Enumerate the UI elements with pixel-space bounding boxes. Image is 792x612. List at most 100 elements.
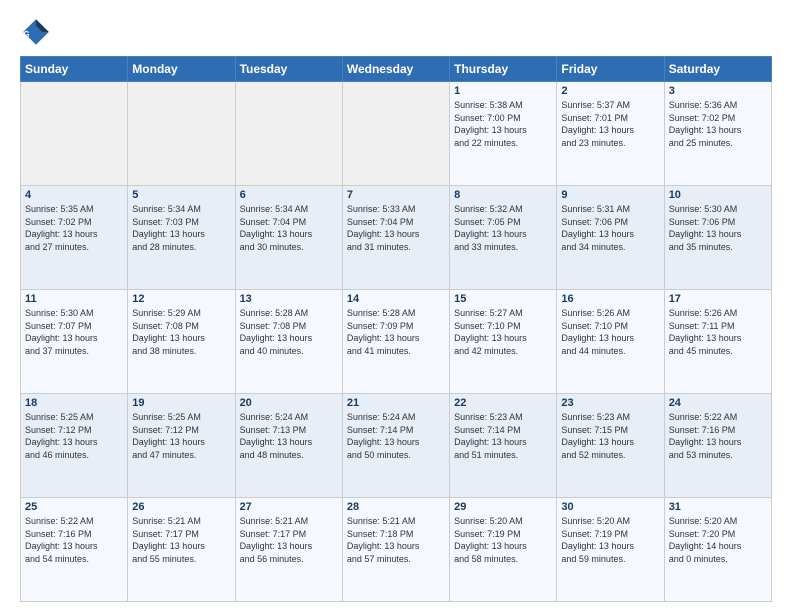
day-info: Sunrise: 5:26 AM Sunset: 7:10 PM Dayligh…: [561, 307, 659, 357]
day-number: 15: [454, 293, 552, 305]
day-info: Sunrise: 5:29 AM Sunset: 7:08 PM Dayligh…: [132, 307, 230, 357]
page: G SundayMondayTuesdayWednesdayThursdayFr…: [0, 0, 792, 612]
day-info: Sunrise: 5:20 AM Sunset: 7:19 PM Dayligh…: [561, 515, 659, 565]
day-info: Sunrise: 5:23 AM Sunset: 7:15 PM Dayligh…: [561, 411, 659, 461]
calendar-cell: [21, 82, 128, 186]
day-info: Sunrise: 5:37 AM Sunset: 7:01 PM Dayligh…: [561, 99, 659, 149]
logo: G: [20, 16, 56, 48]
day-number: 1: [454, 85, 552, 97]
day-number: 26: [132, 501, 230, 513]
day-number: 20: [240, 397, 338, 409]
day-info: Sunrise: 5:26 AM Sunset: 7:11 PM Dayligh…: [669, 307, 767, 357]
day-info: Sunrise: 5:28 AM Sunset: 7:09 PM Dayligh…: [347, 307, 445, 357]
weekday-header: Saturday: [664, 57, 771, 82]
day-info: Sunrise: 5:22 AM Sunset: 7:16 PM Dayligh…: [669, 411, 767, 461]
day-number: 11: [25, 293, 123, 305]
calendar-cell: 8 Sunrise: 5:32 AM Sunset: 7:05 PM Daylig…: [450, 186, 557, 290]
day-info: Sunrise: 5:34 AM Sunset: 7:03 PM Dayligh…: [132, 203, 230, 253]
day-number: 3: [669, 85, 767, 97]
calendar-cell: 9Sunrise: 5:31 AM Sunset: 7:06 PM Daylig…: [557, 186, 664, 290]
day-number: 8: [454, 189, 552, 201]
calendar-cell: 25Sunrise: 5:22 AM Sunset: 7:16 PM Dayli…: [21, 498, 128, 602]
day-number: 31: [669, 501, 767, 513]
calendar-cell: 19 Sunrise: 5:25 AM Sunset: 7:12 PM Dayli…: [128, 394, 235, 498]
calendar-week: 25Sunrise: 5:22 AM Sunset: 7:16 PM Dayli…: [21, 498, 772, 602]
calendar-body: 1Sunrise: 5:38 AM Sunset: 7:00 PM Daylig…: [21, 82, 772, 602]
day-number: 18: [25, 397, 123, 409]
calendar-cell: [342, 82, 449, 186]
calendar-cell: 7 Sunrise: 5:33 AM Sunset: 7:04 PM Daylig…: [342, 186, 449, 290]
day-info: Sunrise: 5:32 AM Sunset: 7:05 PM Dayligh…: [454, 203, 552, 253]
calendar-cell: 28 Sunrise: 5:21 AM Sunset: 7:18 PM Dayli…: [342, 498, 449, 602]
day-info: Sunrise: 5:23 AM Sunset: 7:14 PM Dayligh…: [454, 411, 552, 461]
calendar-cell: 2 Sunrise: 5:37 AM Sunset: 7:01 PM Daylig…: [557, 82, 664, 186]
calendar-cell: 17 Sunrise: 5:26 AM Sunset: 7:11 PM Dayli…: [664, 290, 771, 394]
day-info: Sunrise: 5:20 AM Sunset: 7:19 PM Dayligh…: [454, 515, 552, 565]
calendar-week: 18 Sunrise: 5:25 AM Sunset: 7:12 PM Dayli…: [21, 394, 772, 498]
calendar-cell: 21 Sunrise: 5:24 AM Sunset: 7:14 PM Dayli…: [342, 394, 449, 498]
weekday-header: Monday: [128, 57, 235, 82]
calendar-cell: 10Sunrise: 5:30 AM Sunset: 7:06 PM Dayli…: [664, 186, 771, 290]
calendar-cell: 20 Sunrise: 5:24 AM Sunset: 7:13 PM Dayli…: [235, 394, 342, 498]
day-number: 7: [347, 189, 445, 201]
calendar-cell: 12Sunrise: 5:29 AM Sunset: 7:08 PM Dayli…: [128, 290, 235, 394]
day-number: 9: [561, 189, 659, 201]
day-number: 14: [347, 293, 445, 305]
calendar-cell: 3 Sunrise: 5:36 AM Sunset: 7:02 PM Daylig…: [664, 82, 771, 186]
day-number: 5: [132, 189, 230, 201]
calendar-cell: 18 Sunrise: 5:25 AM Sunset: 7:12 PM Dayli…: [21, 394, 128, 498]
day-number: 24: [669, 397, 767, 409]
calendar-cell: 4Sunrise: 5:35 AM Sunset: 7:02 PM Daylig…: [21, 186, 128, 290]
weekday-header: Sunday: [21, 57, 128, 82]
day-number: 19: [132, 397, 230, 409]
day-number: 16: [561, 293, 659, 305]
day-info: Sunrise: 5:25 AM Sunset: 7:12 PM Dayligh…: [132, 411, 230, 461]
day-info: Sunrise: 5:35 AM Sunset: 7:02 PM Dayligh…: [25, 203, 123, 253]
day-number: 30: [561, 501, 659, 513]
calendar-cell: 11 Sunrise: 5:30 AM Sunset: 7:07 PM Dayli…: [21, 290, 128, 394]
day-info: Sunrise: 5:21 AM Sunset: 7:18 PM Dayligh…: [347, 515, 445, 565]
weekday-row: SundayMondayTuesdayWednesdayThursdayFrid…: [21, 57, 772, 82]
weekday-header: Tuesday: [235, 57, 342, 82]
day-number: 28: [347, 501, 445, 513]
day-info: Sunrise: 5:24 AM Sunset: 7:14 PM Dayligh…: [347, 411, 445, 461]
calendar-cell: 5 Sunrise: 5:34 AM Sunset: 7:03 PM Daylig…: [128, 186, 235, 290]
day-number: 29: [454, 501, 552, 513]
day-info: Sunrise: 5:25 AM Sunset: 7:12 PM Dayligh…: [25, 411, 123, 461]
calendar-week: 11 Sunrise: 5:30 AM Sunset: 7:07 PM Dayli…: [21, 290, 772, 394]
calendar-cell: 14 Sunrise: 5:28 AM Sunset: 7:09 PM Dayli…: [342, 290, 449, 394]
logo-icon: G: [20, 16, 52, 48]
calendar-cell: 13Sunrise: 5:28 AM Sunset: 7:08 PM Dayli…: [235, 290, 342, 394]
day-info: Sunrise: 5:34 AM Sunset: 7:04 PM Dayligh…: [240, 203, 338, 253]
weekday-header: Wednesday: [342, 57, 449, 82]
day-info: Sunrise: 5:30 AM Sunset: 7:06 PM Dayligh…: [669, 203, 767, 253]
day-info: Sunrise: 5:36 AM Sunset: 7:02 PM Dayligh…: [669, 99, 767, 149]
day-number: 22: [454, 397, 552, 409]
day-number: 21: [347, 397, 445, 409]
day-info: Sunrise: 5:21 AM Sunset: 7:17 PM Dayligh…: [132, 515, 230, 565]
day-info: Sunrise: 5:20 AM Sunset: 7:20 PM Dayligh…: [669, 515, 767, 565]
calendar-cell: 31 Sunrise: 5:20 AM Sunset: 7:20 PM Dayli…: [664, 498, 771, 602]
weekday-header: Friday: [557, 57, 664, 82]
calendar: SundayMondayTuesdayWednesdayThursdayFrid…: [20, 56, 772, 602]
calendar-cell: 16 Sunrise: 5:26 AM Sunset: 7:10 PM Dayli…: [557, 290, 664, 394]
weekday-header: Thursday: [450, 57, 557, 82]
day-info: Sunrise: 5:33 AM Sunset: 7:04 PM Dayligh…: [347, 203, 445, 253]
calendar-week: 1Sunrise: 5:38 AM Sunset: 7:00 PM Daylig…: [21, 82, 772, 186]
day-number: 2: [561, 85, 659, 97]
calendar-cell: 23Sunrise: 5:23 AM Sunset: 7:15 PM Dayli…: [557, 394, 664, 498]
calendar-week: 4Sunrise: 5:35 AM Sunset: 7:02 PM Daylig…: [21, 186, 772, 290]
day-info: Sunrise: 5:30 AM Sunset: 7:07 PM Dayligh…: [25, 307, 123, 357]
day-info: Sunrise: 5:24 AM Sunset: 7:13 PM Dayligh…: [240, 411, 338, 461]
calendar-cell: 29 Sunrise: 5:20 AM Sunset: 7:19 PM Dayli…: [450, 498, 557, 602]
calendar-cell: 27 Sunrise: 5:21 AM Sunset: 7:17 PM Dayli…: [235, 498, 342, 602]
day-info: Sunrise: 5:27 AM Sunset: 7:10 PM Dayligh…: [454, 307, 552, 357]
day-number: 17: [669, 293, 767, 305]
calendar-cell: 24 Sunrise: 5:22 AM Sunset: 7:16 PM Dayli…: [664, 394, 771, 498]
day-info: Sunrise: 5:21 AM Sunset: 7:17 PM Dayligh…: [240, 515, 338, 565]
day-number: 13: [240, 293, 338, 305]
header: G: [20, 16, 772, 48]
day-number: 27: [240, 501, 338, 513]
calendar-cell: 30 Sunrise: 5:20 AM Sunset: 7:19 PM Dayli…: [557, 498, 664, 602]
calendar-cell: 22 Sunrise: 5:23 AM Sunset: 7:14 PM Dayli…: [450, 394, 557, 498]
